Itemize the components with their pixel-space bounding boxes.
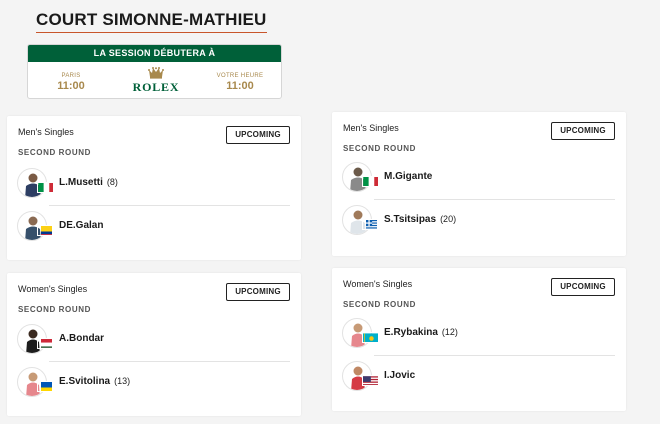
local-time: 11:00 <box>226 80 254 92</box>
local-time-block: VOTRE HEURE 11:00 <box>205 73 275 92</box>
round-name: SECOND ROUND <box>18 305 91 314</box>
paris-time: 11:00 <box>57 80 85 92</box>
hungary-flag-icon <box>37 338 54 349</box>
player-name: M.Gigante <box>384 171 433 182</box>
player-name: I.Jovic <box>384 370 416 381</box>
rolex-wordmark: ROLEX <box>132 80 180 94</box>
player-seed: (20) <box>440 214 457 224</box>
status-badge[interactable]: UPCOMING <box>226 283 290 301</box>
colombia-flag-icon <box>37 225 54 236</box>
session-start-header: LA SESSION DÉBUTERA À <box>28 45 281 62</box>
session-start-banner: LA SESSION DÉBUTERA À PARIS 11:00 ROLEX … <box>27 44 282 99</box>
paris-label: PARIS <box>61 73 81 79</box>
player-seed: (8) <box>106 177 118 187</box>
round-name: SECOND ROUND <box>18 148 91 157</box>
match-card[interactable]: Men's Singles SECOND ROUND UPCOMING M.Gi… <box>332 112 626 256</box>
italy-flag-icon <box>362 176 379 187</box>
italy-flag-icon <box>37 182 54 193</box>
event-name: Women's Singles <box>18 284 88 294</box>
player-name: A.Bondar <box>59 333 104 344</box>
usa-flag-icon <box>362 375 379 386</box>
event-name: Men's Singles <box>343 123 399 133</box>
player-divider <box>49 361 290 362</box>
match-card[interactable]: Women's Singles SECOND ROUND UPCOMING E.… <box>332 268 626 411</box>
paris-time-block: PARIS 11:00 <box>36 73 106 92</box>
ukraine-flag-icon <box>37 381 54 392</box>
player-divider <box>49 205 290 206</box>
player-name: E.Rybakina <box>384 327 438 338</box>
player-name: E.Svitolina <box>59 376 111 387</box>
match-card[interactable]: Women's Singles SECOND ROUND UPCOMING A.… <box>7 273 301 416</box>
local-time-label: VOTRE HEURE <box>216 73 264 79</box>
rolex-logo: ROLEX <box>128 67 184 95</box>
player-seed: (13) <box>114 376 131 386</box>
kazakhstan-flag-icon <box>362 332 379 343</box>
player-name: DE.Galan <box>59 220 104 231</box>
crown-icon <box>148 67 164 79</box>
court-title: COURT SIMONNE-MATHIEU <box>36 10 267 33</box>
round-name: SECOND ROUND <box>343 144 416 153</box>
player-divider <box>374 199 615 200</box>
event-name: Men's Singles <box>18 127 74 137</box>
player-divider <box>374 355 615 356</box>
player-seed: (12) <box>441 327 458 337</box>
match-card[interactable]: Men's Singles SECOND ROUND UPCOMING L.Mu… <box>7 116 301 260</box>
player-name: L.Musetti <box>59 177 103 188</box>
player-name: S.Tsitsipas <box>384 214 437 225</box>
status-badge[interactable]: UPCOMING <box>551 278 615 296</box>
greece-flag-icon <box>362 219 379 230</box>
event-name: Women's Singles <box>343 279 413 289</box>
status-badge[interactable]: UPCOMING <box>226 126 290 144</box>
round-name: SECOND ROUND <box>343 300 416 309</box>
status-badge[interactable]: UPCOMING <box>551 122 615 140</box>
